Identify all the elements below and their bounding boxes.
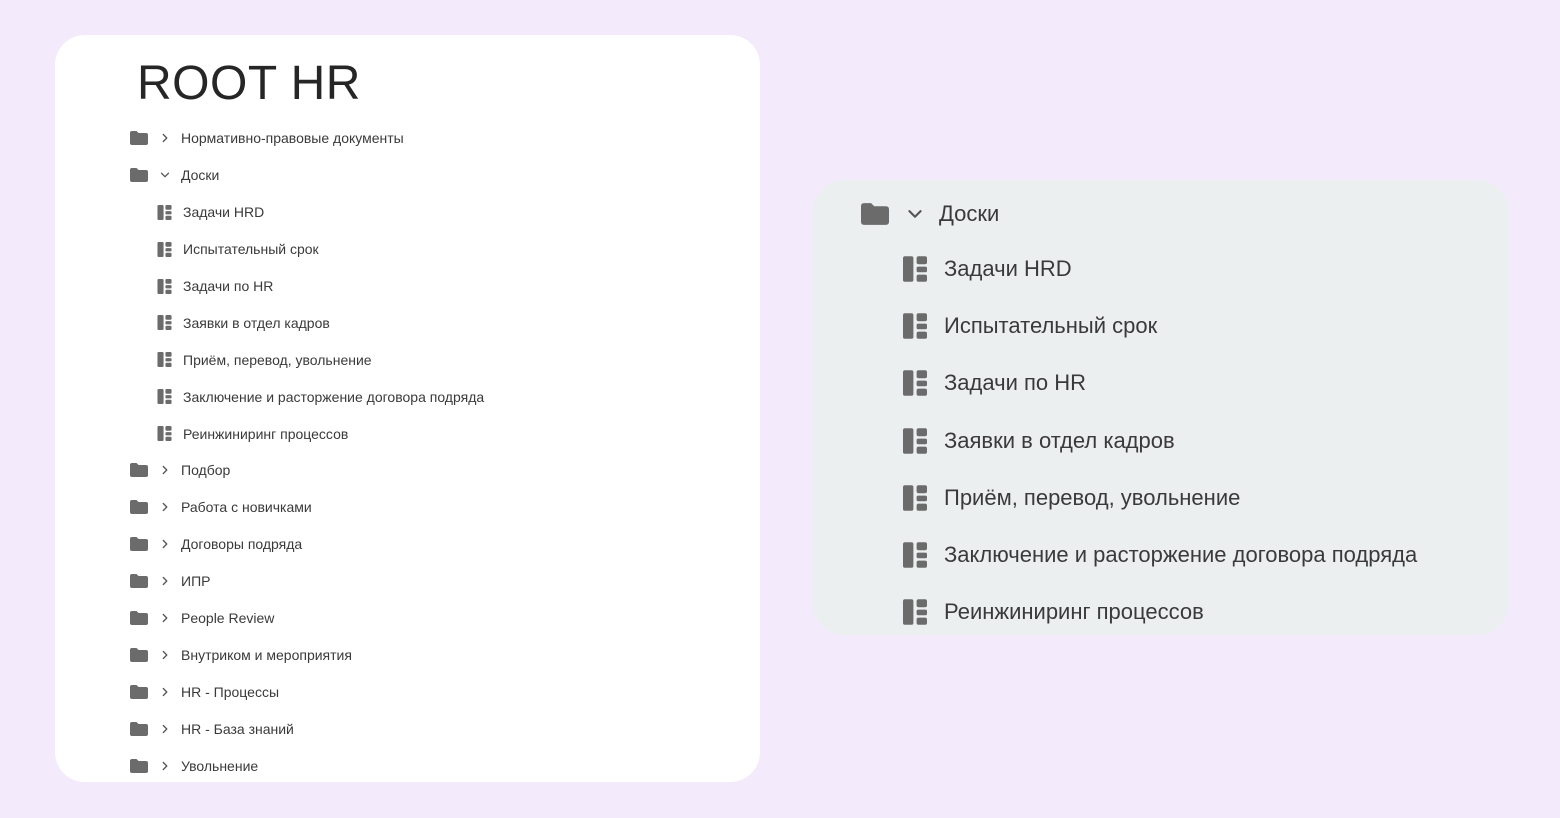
chevron-right-icon[interactable]: [160, 650, 170, 660]
folder-icon: [130, 500, 148, 515]
item-label: HR - Процессы: [181, 683, 280, 700]
tree-board[interactable]: Реинжиниринг процессов: [130, 415, 484, 452]
tree-folder[interactable]: Работа с новичками: [130, 489, 484, 526]
item-label: Нормативно-правовые документы: [181, 130, 404, 147]
tree-board[interactable]: Испытательный срок: [861, 297, 1417, 354]
tree-board[interactable]: Заключение и расторжение договора подряд…: [861, 526, 1417, 583]
board-icon: [157, 426, 172, 442]
item-label: Задачи по HR: [183, 278, 274, 294]
chevron-right-icon[interactable]: [160, 687, 170, 697]
tree-board[interactable]: Заявки в отдел кадров: [130, 304, 484, 341]
tree-board[interactable]: Задачи по HR: [130, 268, 484, 305]
folder-icon: [130, 574, 148, 589]
item-label: Подбор: [181, 462, 231, 479]
tree-folder[interactable]: HR - База знаний: [130, 710, 484, 747]
item-label: Внутриком и мероприятия: [181, 646, 352, 663]
boards-folder-zoom: Доски Задачи HRD Испытательный срок Задачи …: [861, 188, 1417, 635]
tree-board[interactable]: Приём, перевод, увольнение: [130, 341, 484, 378]
board-icon: [157, 315, 172, 331]
chevron-right-icon[interactable]: [160, 576, 170, 586]
item-label: Реинжиниринг процессов: [944, 599, 1204, 625]
item-label: Испытательный срок: [183, 241, 319, 258]
folder-icon: [130, 647, 148, 662]
item-label: Задачи HRD: [183, 204, 265, 221]
chevron-down-icon[interactable]: [160, 170, 170, 180]
tree-folder[interactable]: People Review: [130, 600, 484, 637]
folder-tree: Нормативно-правовые документы Доски Задачи…: [130, 120, 484, 782]
page-title: ROOT HR: [137, 57, 361, 110]
folder-icon: [130, 537, 148, 552]
item-label: Заключение и расторжение договора подряд…: [183, 388, 485, 405]
tree-folder[interactable]: HR - Процессы: [130, 673, 484, 710]
folder-icon: [130, 131, 148, 146]
folder-icon: [130, 463, 148, 478]
tree-folder[interactable]: Договоры подряда: [130, 526, 484, 563]
item-label: Задачи HRD: [944, 255, 1072, 281]
board-icon: [903, 255, 927, 282]
tree-folder[interactable]: Внутриком и мероприятия: [130, 636, 484, 673]
item-label: Заявки в отдел кадров: [183, 314, 330, 331]
chevron-right-icon[interactable]: [160, 724, 170, 734]
tree-folder[interactable]: ИПР: [130, 563, 484, 600]
board-icon: [157, 241, 172, 257]
tree-board[interactable]: Заключение и расторжение договора подряд…: [130, 378, 484, 415]
tree-folder[interactable]: Увольнение: [130, 747, 484, 782]
left-panel: ROOT HR Нормативно-правовые документы Дос…: [55, 35, 760, 782]
folder-icon: [861, 203, 889, 225]
folder-icon: [130, 684, 148, 699]
tree-board[interactable]: Реинжиниринг процессов: [861, 584, 1417, 635]
board-icon: [903, 599, 927, 626]
folder-icon: [130, 168, 148, 183]
board-icon: [903, 542, 927, 568]
board-icon: [903, 427, 927, 454]
item-label: Задачи по HR: [944, 370, 1087, 396]
board-icon: [903, 370, 927, 397]
item-label: People Review: [181, 610, 275, 627]
item-label: HR - База знаний: [181, 720, 294, 737]
tree-folder[interactable]: Доски: [861, 188, 1417, 240]
folder-icon: [130, 758, 148, 773]
chevron-right-icon[interactable]: [160, 539, 170, 549]
item-label: Приём, перевод, увольнение: [944, 484, 1241, 510]
item-label: Доски: [939, 201, 1000, 226]
chevron-right-icon[interactable]: [160, 502, 170, 512]
item-label: Испытательный срок: [944, 312, 1158, 338]
tree-board[interactable]: Задачи по HR: [861, 355, 1417, 412]
folder-icon: [130, 721, 148, 736]
board-icon: [903, 313, 927, 339]
item-label: Работа с новичками: [181, 499, 312, 516]
board-icon: [157, 278, 172, 294]
item-label: Заключение и расторжение договора подряд…: [944, 542, 1418, 568]
tree-board[interactable]: Задачи HRD: [861, 240, 1417, 297]
chevron-right-icon[interactable]: [160, 613, 170, 623]
folder-icon: [130, 611, 148, 626]
board-icon: [157, 352, 172, 368]
chevron-down-icon[interactable]: [907, 206, 923, 222]
tree-board[interactable]: Задачи HRD: [130, 194, 484, 231]
chevron-right-icon[interactable]: [160, 761, 170, 771]
chevron-right-icon[interactable]: [160, 465, 170, 475]
chevron-right-icon[interactable]: [160, 133, 170, 143]
item-label: Доски: [181, 167, 220, 184]
tree-board[interactable]: Приём, перевод, увольнение: [861, 469, 1417, 526]
item-label: Приём, перевод, увольнение: [183, 351, 372, 368]
board-icon: [903, 485, 927, 511]
item-label: Договоры подряда: [181, 536, 303, 553]
board-icon: [157, 389, 172, 405]
canvas: ROOT HR Нормативно-правовые документы Дос…: [0, 0, 1560, 818]
item-label: Увольнение: [181, 757, 259, 774]
tree-board[interactable]: Испытательный срок: [130, 231, 484, 268]
tree-folder[interactable]: Доски: [130, 157, 484, 194]
board-icon: [157, 204, 172, 220]
item-label: Заявки в отдел кадров: [944, 427, 1175, 453]
tree-folder[interactable]: Подбор: [130, 452, 484, 489]
item-label: ИПР: [181, 573, 211, 590]
right-panel-zoom: Доски Задачи HRD Испытательный срок Задачи …: [813, 180, 1509, 635]
item-label: Реинжиниринг процессов: [183, 425, 349, 442]
tree-board[interactable]: Заявки в отдел кадров: [861, 412, 1417, 469]
tree-folder[interactable]: Нормативно-правовые документы: [130, 120, 484, 157]
